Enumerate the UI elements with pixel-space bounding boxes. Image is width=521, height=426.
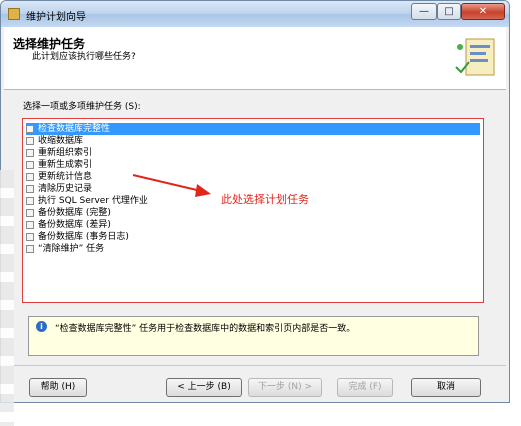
task-description: “检查数据库完整性” 任务用于检查数据库中的数据和索引页内部是否一致。 bbox=[55, 324, 356, 334]
next-button[interactable]: 下一步 (N) > bbox=[248, 378, 322, 397]
page-subtitle: 此计划应该执行哪些任务? bbox=[32, 52, 136, 62]
task-item[interactable]: 检查数据库完整性 bbox=[26, 123, 480, 135]
window-title: 维护计划向导 bbox=[26, 12, 86, 23]
task-checkbox[interactable] bbox=[26, 137, 34, 145]
wizard-window: 维护计划向导 — □ ✕ 选择维护任务 此计划应该执行哪些任务? 选择一项或多项… bbox=[0, 0, 510, 403]
title-bar[interactable]: 维护计划向导 — □ ✕ bbox=[1, 1, 509, 27]
annotation-arrow bbox=[132, 174, 211, 197]
task-item[interactable]: 收缩数据库 bbox=[26, 135, 83, 147]
task-label: 检查数据库完整性 bbox=[38, 124, 111, 134]
back-button[interactable]: < 上一步 (B) bbox=[166, 378, 242, 397]
task-checkbox[interactable] bbox=[26, 125, 34, 133]
task-item[interactable]: 备份数据库 (完整) bbox=[26, 207, 111, 219]
cancel-button[interactable]: 取消 bbox=[411, 378, 481, 397]
task-label: 备份数据库 (事务日志) bbox=[38, 232, 129, 242]
task-checkbox[interactable] bbox=[26, 185, 34, 193]
task-label: 备份数据库 (差异) bbox=[38, 220, 111, 230]
maintenance-plan-icon bbox=[8, 8, 20, 20]
footer-divider bbox=[4, 365, 506, 366]
task-label: 重新生成索引 bbox=[38, 160, 93, 170]
minimize-button[interactable]: — bbox=[411, 3, 437, 20]
finish-button[interactable]: 完成 (F) bbox=[337, 378, 393, 397]
task-label: 重新组织索引 bbox=[38, 148, 93, 158]
task-item[interactable]: “清除维护” 任务 bbox=[26, 243, 104, 255]
page-edge-decoration bbox=[0, 170, 14, 426]
task-checkbox[interactable] bbox=[26, 149, 34, 157]
task-item[interactable]: 备份数据库 (差异) bbox=[26, 219, 111, 231]
task-item[interactable]: 重新组织索引 bbox=[26, 147, 92, 159]
wizard-tasks-icon bbox=[455, 38, 495, 76]
task-checkbox[interactable] bbox=[26, 209, 34, 217]
close-button[interactable]: ✕ bbox=[461, 3, 505, 20]
task-label: 收缩数据库 bbox=[38, 136, 84, 146]
task-item[interactable]: 更新统计信息 bbox=[26, 171, 92, 183]
task-description-box: i “检查数据库完整性” 任务用于检查数据库中的数据和索引页内部是否一致。 bbox=[28, 316, 479, 356]
task-item[interactable]: 执行 SQL Server 代理作业 bbox=[26, 195, 148, 207]
task-item[interactable]: 备份数据库 (事务日志) bbox=[26, 231, 129, 243]
task-list-label: 选择一项或多项维护任务 (S): bbox=[23, 102, 141, 112]
task-item[interactable]: 重新生成索引 bbox=[26, 159, 92, 171]
task-item[interactable]: 清除历史记录 bbox=[26, 183, 92, 195]
maximize-button[interactable]: □ bbox=[437, 3, 461, 20]
task-checkbox[interactable] bbox=[26, 245, 34, 253]
task-label: 更新统计信息 bbox=[38, 172, 93, 182]
annotation-text: 此处选择计划任务 bbox=[221, 193, 309, 206]
task-label: 备份数据库 (完整) bbox=[38, 208, 111, 218]
task-label: “清除维护” 任务 bbox=[38, 244, 105, 254]
task-label: 清除历史记录 bbox=[38, 184, 93, 194]
info-icon: i bbox=[36, 321, 47, 332]
task-listbox[interactable]: 检查数据库完整性 收缩数据库 重新组织索引 重新生成索引 更新统计信息 清除历史… bbox=[22, 118, 484, 303]
task-checkbox[interactable] bbox=[26, 161, 34, 169]
task-checkbox[interactable] bbox=[26, 221, 34, 229]
task-checkbox[interactable] bbox=[26, 233, 34, 241]
wizard-header: 选择维护任务 此计划应该执行哪些任务? bbox=[4, 27, 506, 90]
help-button[interactable]: 帮助 (H) bbox=[29, 378, 87, 397]
task-checkbox[interactable] bbox=[26, 173, 34, 181]
task-checkbox[interactable] bbox=[26, 197, 34, 205]
